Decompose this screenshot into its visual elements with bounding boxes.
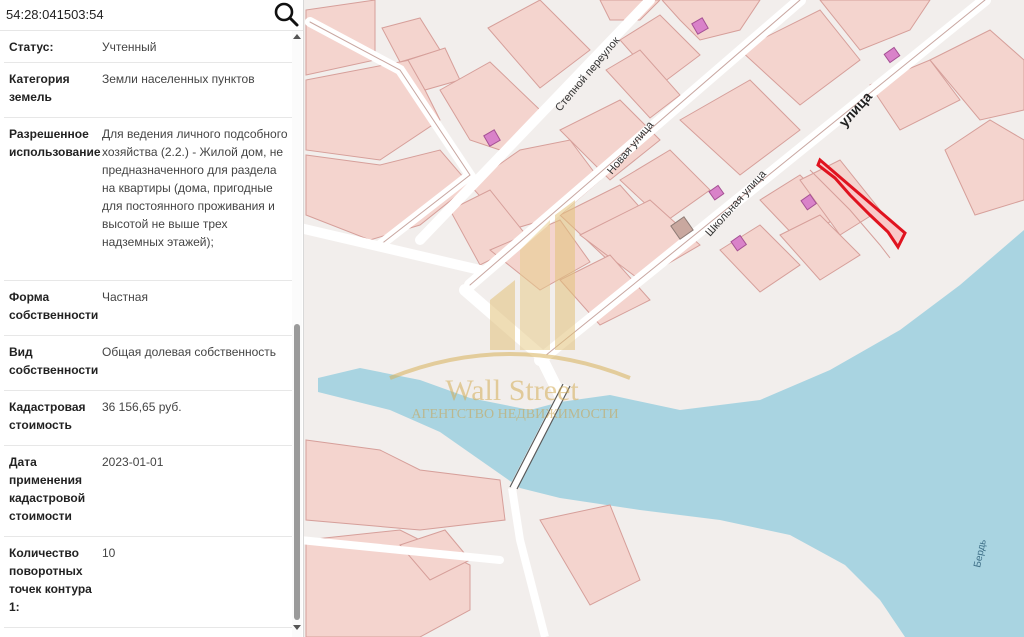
search-bar [0, 0, 303, 31]
property-row-ownership-type: Вид собственности Общая долевая собствен… [4, 336, 292, 391]
property-value: Учтенный [102, 40, 157, 54]
property-value: 36 156,65 руб. [102, 400, 182, 414]
property-value: Для ведения личного подсобного хозяйства… [102, 127, 288, 249]
property-label: Категория земель [9, 72, 70, 104]
property-row-value-date: Дата применения кадастровой стоимости 20… [4, 446, 292, 537]
property-label: Статус: [9, 40, 54, 54]
property-label: Разрешенное использование [9, 127, 101, 159]
scrollbar-thumb[interactable] [294, 324, 300, 620]
search-icon[interactable] [272, 1, 300, 29]
property-value: 2023-01-01 [102, 455, 164, 469]
scroll-up-arrow-icon[interactable] [293, 34, 301, 39]
property-value: 10 [102, 546, 116, 560]
property-label: Количество поворотных точек контура 1: [9, 546, 92, 614]
property-row-status: Статус: Учтенный [4, 31, 292, 63]
property-row-permitted-use: Разрешенное использование Для ведения ли… [4, 118, 292, 281]
search-input[interactable] [6, 4, 261, 24]
property-value: Общая долевая собственность [102, 345, 277, 359]
info-panel: Статус: Учтенный Категория земель Земли … [0, 0, 304, 637]
property-value: Частная [102, 290, 148, 304]
property-label: Кадастровая стоимость [9, 400, 86, 432]
property-row-cadastral-value: Кадастровая стоимость 36 156,65 руб. [4, 391, 292, 446]
panel-scrollbar[interactable] [292, 31, 302, 637]
property-label: Дата применения кадастровой стоимости [9, 455, 86, 523]
property-row-category: Категория земель Земли населенных пункто… [4, 63, 292, 118]
property-row-contour-points: Количество поворотных точек контура 1: 1… [4, 537, 292, 628]
property-label: Вид собственности [9, 345, 99, 377]
watermark-subtitle: АГЕНТСТВО НЕДВИЖИМОСТИ [411, 407, 618, 422]
parcel-properties: Статус: Учтенный Категория земель Земли … [4, 31, 292, 628]
property-label: Форма собственности [9, 290, 99, 322]
scroll-down-arrow-icon[interactable] [293, 625, 301, 630]
watermark-title: Wall Street [445, 374, 579, 407]
property-value: Земли населенных пунктов [102, 72, 255, 86]
property-row-ownership-form: Форма собственности Частная [4, 281, 292, 336]
